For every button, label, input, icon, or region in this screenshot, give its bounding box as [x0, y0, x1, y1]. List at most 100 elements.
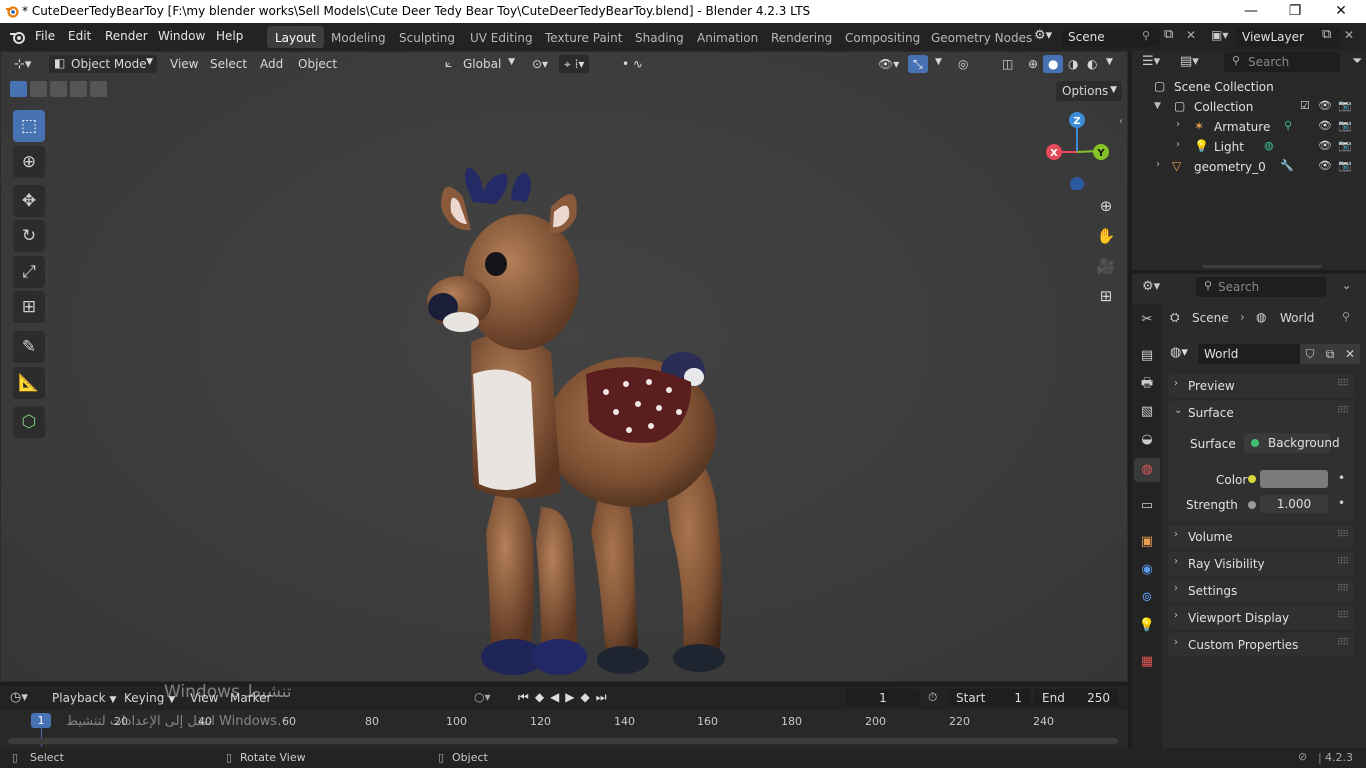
physics-tab-icon[interactable]: ◉ — [1134, 558, 1160, 582]
rotate-tool-icon[interactable]: ↻ — [13, 220, 45, 252]
sidebar-toggle-icon[interactable]: ‹ — [1119, 116, 1123, 127]
camera-icon[interactable]: 📷 — [1338, 119, 1352, 132]
unlink-icon[interactable]: ✕ — [1340, 344, 1360, 364]
tree-row-scene-collection[interactable]: ▢ Scene Collection — [1132, 77, 1366, 97]
chevron-down-icon[interactable]: ▼ — [1101, 55, 1118, 73]
panel-settings[interactable]: › Settings ⠿⠿ — [1168, 579, 1354, 603]
blender-menu-icon[interactable] — [9, 29, 27, 45]
panel-volume[interactable]: › Volume ⠿⠿ — [1168, 525, 1354, 549]
viewlayer-icon[interactable]: ▣▾ — [1211, 28, 1228, 42]
select-intersect-icon[interactable] — [90, 81, 107, 97]
jump-start-icon[interactable]: ⏮ — [518, 690, 535, 704]
tab-geometry-nodes[interactable]: Geometry Nodes — [923, 26, 1040, 48]
panel-viewport-display[interactable]: › Viewport Display ⠿⠿ — [1168, 606, 1354, 630]
minimize-button[interactable]: — — [1228, 0, 1274, 23]
expand-chevron-icon[interactable]: › — [1176, 139, 1180, 150]
strength-field[interactable]: 1.000 — [1260, 495, 1328, 513]
proportional-edit-icon[interactable]: • ∿ — [617, 55, 648, 73]
properties-search-input[interactable]: Search — [1196, 277, 1326, 297]
select-subtract-icon[interactable] — [50, 81, 67, 97]
eye-icon[interactable]: 👁 — [1318, 99, 1332, 112]
play-reverse-icon[interactable]: ◀ — [550, 690, 565, 704]
duplicate-icon[interactable]: ⧉ — [1320, 344, 1340, 364]
surface-shader-field[interactable]: Background — [1244, 433, 1340, 453]
panel-surface[interactable]: ⌄ Surface ⠿⠿ Surface Background Color • St… — [1168, 401, 1354, 521]
outliner-search-input[interactable]: Search — [1224, 52, 1340, 72]
texture-tab-icon[interactable]: ▦ — [1134, 650, 1160, 674]
menu-window[interactable]: Window — [158, 29, 205, 43]
delete-scene-icon[interactable]: ✕ — [1186, 28, 1196, 42]
3d-viewport[interactable]: ⊹▾ Object Mode ◧ ▼ View Select Add Object … — [0, 51, 1128, 682]
menu-object[interactable]: Object — [293, 55, 342, 73]
breadcrumb-scene[interactable]: Scene — [1192, 311, 1229, 325]
jump-end-icon[interactable]: ⏭ — [596, 690, 613, 704]
chevron-down-icon[interactable]: ▼ — [930, 55, 947, 73]
outliner-scrollbar[interactable] — [1202, 265, 1322, 268]
drag-grip-icon[interactable]: ⠿⠿ — [1337, 557, 1349, 567]
move-tool-icon[interactable]: ✥ — [13, 185, 45, 217]
editor-type-icon[interactable]: ⊹▾ — [9, 55, 36, 73]
cursor-tool-icon[interactable]: ⊕ — [13, 146, 45, 178]
camera-icon[interactable]: 📷 — [1338, 159, 1352, 172]
material-shading-icon[interactable]: ◑ — [1063, 55, 1083, 73]
select-box-tool-icon[interactable]: ⬚ — [13, 110, 45, 142]
tab-shading[interactable]: Shading — [627, 26, 692, 48]
light-data-icon[interactable]: ◍ — [1264, 139, 1274, 152]
output-tab-icon[interactable]: 🖶 — [1134, 372, 1160, 396]
panel-custom-properties[interactable]: › Custom Properties ⠿⠿ — [1168, 633, 1354, 657]
annotate-tool-icon[interactable]: ✎ — [13, 331, 45, 363]
breadcrumb-world[interactable]: World — [1280, 311, 1314, 325]
camera-view-icon[interactable]: 🎥 — [1094, 254, 1118, 278]
tab-modeling[interactable]: Modeling — [323, 26, 394, 48]
keyframe-dot-icon[interactable]: • — [1338, 496, 1345, 510]
end-frame-field[interactable]: End 250 — [1034, 689, 1118, 707]
menu-select[interactable]: Select — [205, 55, 252, 73]
view-layer-tab-icon[interactable]: ▧ — [1134, 400, 1160, 424]
fake-user-shield-icon[interactable]: ⛉ — [1300, 344, 1320, 364]
properties-editor-icon[interactable]: ⚙▾ — [1142, 279, 1160, 294]
new-viewlayer-icon[interactable]: ⧉ — [1322, 27, 1331, 42]
modifier-wrench-icon[interactable]: 🔧 — [1280, 159, 1294, 172]
close-window-button[interactable]: ✕ — [1318, 0, 1364, 23]
auto-keying-icon[interactable]: ○▾ — [474, 690, 491, 704]
new-scene-icon[interactable]: ⧉ — [1164, 27, 1173, 42]
transform-tool-icon[interactable]: ⊞ — [13, 291, 45, 323]
playback-menu[interactable]: Playback ▼ — [52, 691, 116, 705]
object-mode-dropdown[interactable]: Object Mode ◧ ▼ — [49, 55, 157, 73]
start-frame-field[interactable]: Start 1 — [948, 689, 1030, 707]
snap-icon[interactable]: ⌖ ⁞▾ — [559, 55, 590, 73]
timeline-area[interactable]: 1 20 40 60 80 100 120 140 160 180 200 22… — [0, 682, 1128, 748]
object-tab-icon[interactable]: ▣ — [1134, 530, 1160, 554]
maximize-button[interactable]: ❐ — [1272, 0, 1318, 23]
solid-shading-icon[interactable]: ● — [1043, 55, 1064, 73]
delete-viewlayer-icon[interactable]: ✕ — [1344, 28, 1354, 42]
zoom-icon[interactable]: ⊕ — [1094, 194, 1118, 218]
armature-data-icon[interactable]: ⚲ — [1284, 119, 1292, 132]
scene-selector-icon[interactable]: ⚙▾ — [1034, 28, 1052, 43]
eye-icon[interactable]: 👁 — [1318, 119, 1332, 132]
menu-add[interactable]: Add — [255, 55, 288, 73]
next-keyframe-icon[interactable]: ◆ — [581, 690, 596, 704]
object-data-tab-icon[interactable]: 💡 — [1134, 614, 1160, 638]
drag-grip-icon[interactable]: ⠿⠿ — [1337, 611, 1349, 621]
expand-chevron-icon[interactable]: › — [1156, 159, 1160, 170]
drag-grip-icon[interactable]: ⠿⠿ — [1337, 379, 1349, 389]
playhead-marker[interactable]: 1 — [31, 713, 51, 728]
tab-rendering[interactable]: Rendering — [763, 26, 840, 48]
camera-icon[interactable]: 📷 — [1338, 139, 1352, 152]
tab-sculpting[interactable]: Sculpting — [391, 26, 463, 48]
expand-chevron-icon[interactable]: › — [1176, 119, 1180, 130]
tree-row-light[interactable]: › 💡 Light ◍ 👁 📷 — [1132, 137, 1366, 157]
select-new-icon[interactable] — [10, 81, 27, 97]
menu-help[interactable]: Help — [216, 29, 243, 43]
timeline-editor-icon[interactable]: ◷▾ — [10, 690, 28, 705]
strength-socket-icon[interactable] — [1248, 501, 1256, 509]
drag-grip-icon[interactable]: ⠿⠿ — [1337, 406, 1349, 416]
add-cube-tool-icon[interactable]: ⬡ — [13, 406, 45, 438]
filter-icon[interactable]: ⏷ — [1352, 54, 1362, 69]
playback-controls[interactable]: ⏮◆◀▶◆⏭ — [518, 690, 613, 705]
rendered-shading-icon[interactable]: ◐ — [1082, 55, 1102, 73]
panel-ray-visibility[interactable]: › Ray Visibility ⠿⠿ — [1168, 552, 1354, 576]
tab-animation[interactable]: Animation — [689, 26, 766, 48]
drag-grip-icon[interactable]: ⠿⠿ — [1337, 584, 1349, 594]
